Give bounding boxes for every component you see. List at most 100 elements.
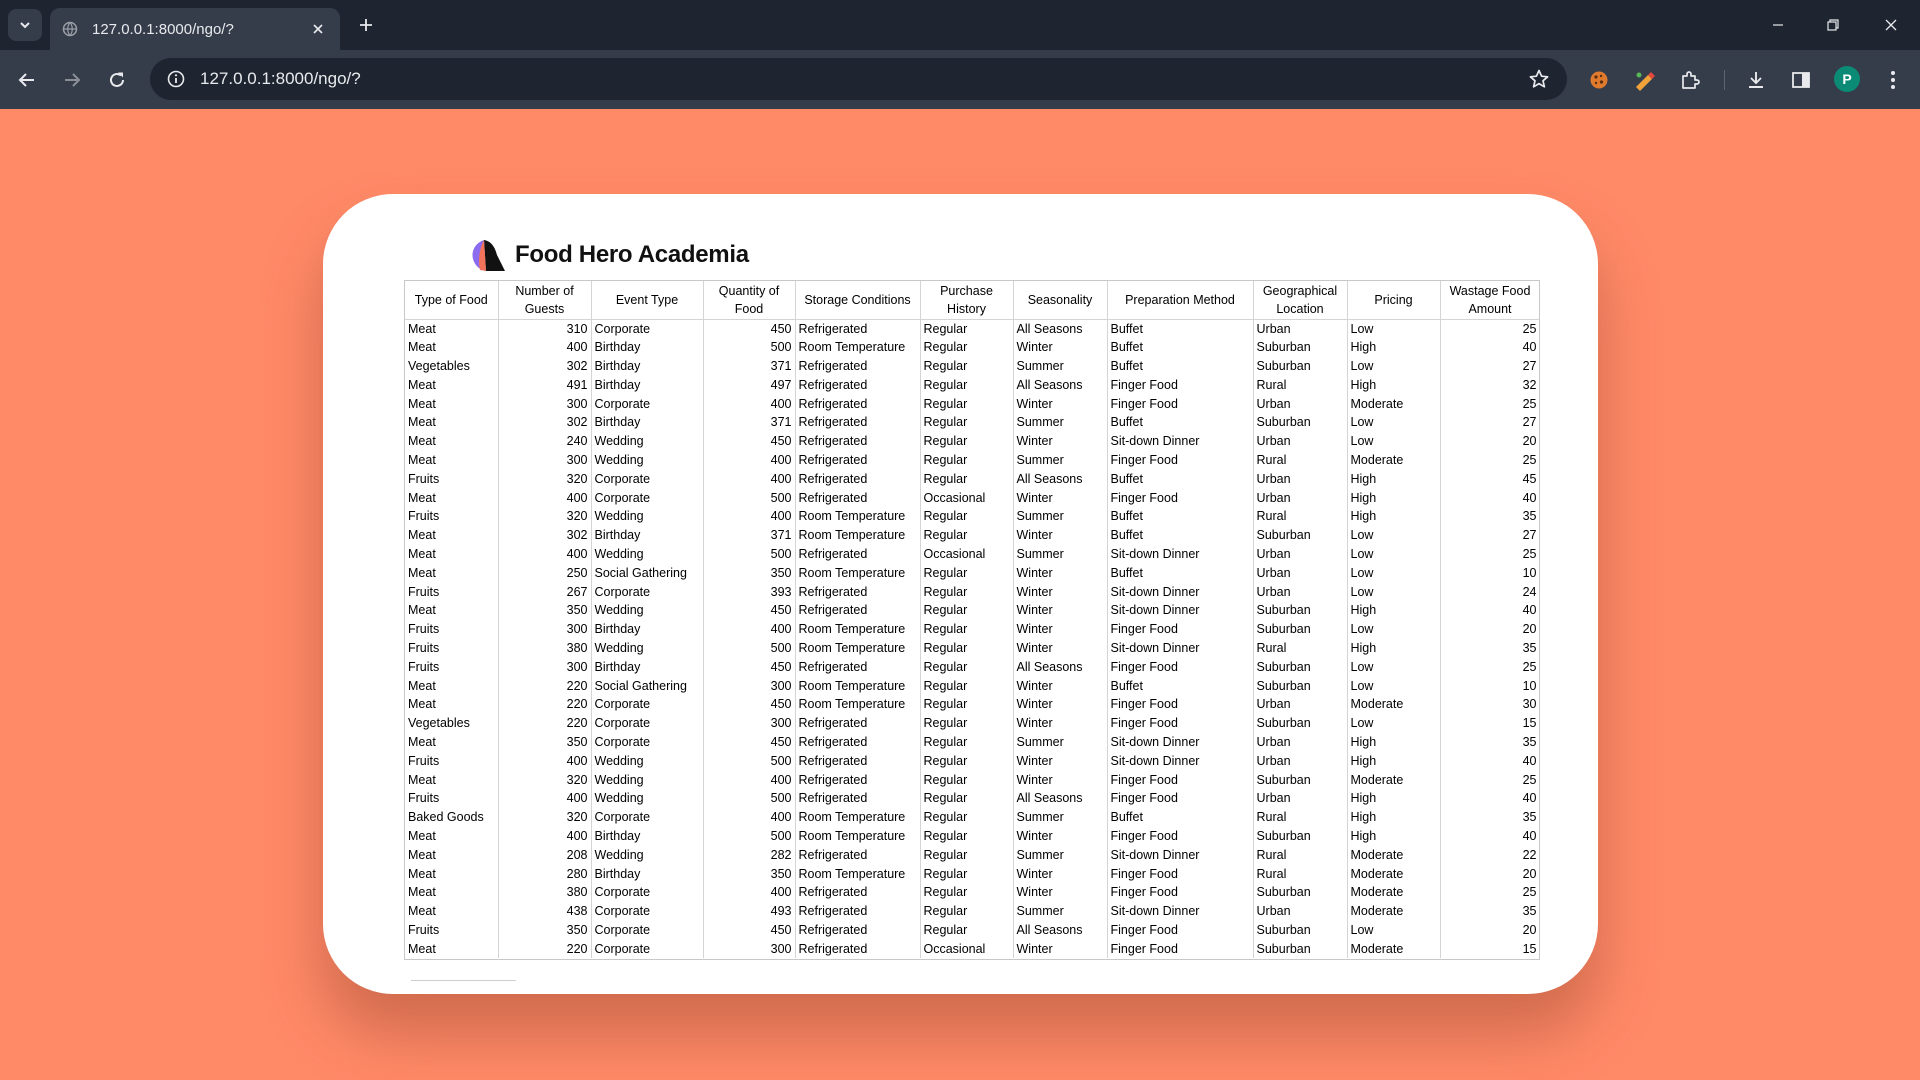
table-cell: Meat [405,563,499,583]
url-text[interactable]: 127.0.0.1:8000/ngo/? [200,69,1519,89]
site-info-icon[interactable] [154,58,198,100]
table-cell: Regular [920,845,1014,865]
table-cell: 208 [498,845,592,865]
menu-kebab-icon[interactable] [1877,64,1909,96]
back-button[interactable] [11,64,43,96]
table-cell: Winter [1013,525,1108,545]
side-panel-icon[interactable] [1785,64,1817,96]
table-cell: Meat [405,732,499,752]
restore-button[interactable] [1820,12,1846,38]
table-cell: Meat [405,901,499,921]
table-row: Meat 350 Corporate 450 Refrigerated Regular Su… [405,732,1539,752]
table-cell: Suburban [1253,920,1348,940]
table-row: Meat 220 Corporate 450 Room Temperature Regul… [405,694,1539,714]
table-cell: Corporate [591,469,704,489]
table-cell: Winter [1013,939,1108,959]
table-cell: 300 [498,394,592,413]
forward-button[interactable] [56,64,88,96]
table-cell: Low [1347,412,1441,432]
table-cell: Summer [1013,412,1108,432]
table-cell: Rural [1253,450,1348,470]
table-cell: Fruits [405,582,499,601]
table-cell: 320 [498,770,592,789]
table-cell: Winter [1013,770,1108,789]
table-cell: 35 [1440,732,1539,752]
column-header: Event Type [591,281,704,320]
table-cell: 400 [703,770,796,789]
table-cell: Moderate [1347,864,1441,883]
table-cell: Summer [1013,732,1108,752]
table-cell: Regular [920,412,1014,432]
table-cell: Low [1347,676,1441,695]
table-cell: Wedding [591,788,704,808]
table-cell: High [1347,751,1441,771]
table-cell: 282 [703,845,796,865]
new-tab-button[interactable] [352,11,380,39]
table-cell: Social Gathering [591,676,704,695]
table-cell: Suburban [1253,676,1348,695]
table-cell: Winter [1013,431,1108,451]
table-cell: Buffet [1107,356,1254,376]
table-cell: Sit-down Dinner [1107,544,1254,564]
table-cell: Meat [405,394,499,413]
table-cell: High [1347,375,1441,395]
restore-icon [1827,19,1839,31]
table-cell: Urban [1253,469,1348,489]
tab-search-button[interactable] [8,9,42,41]
table-cell: Regular [920,375,1014,395]
table-cell: Summer [1013,807,1108,827]
table-cell: Regular [920,506,1014,526]
extensions-puzzle-icon[interactable] [1674,64,1706,96]
table-cell: 400 [498,788,592,808]
table-cell: 220 [498,694,592,714]
table-cell: Winter [1013,563,1108,583]
table-cell: Low [1347,319,1441,338]
table-cell: Fruits [405,619,499,639]
table-cell: Summer [1013,506,1108,526]
table-cell: Regular [920,694,1014,714]
reload-icon [110,72,124,87]
table-cell: High [1347,807,1441,827]
table-cell: High [1347,488,1441,507]
table-cell: 371 [703,525,796,545]
close-window-button[interactable] [1878,12,1904,38]
table-cell: Rural [1253,375,1348,395]
table-cell: Refrigerated [795,319,921,338]
table-cell: Birthday [591,619,704,639]
table-cell: 450 [703,657,796,677]
address-bar[interactable]: 127.0.0.1:8000/ngo/? [150,58,1567,100]
table-cell: All Seasons [1013,375,1108,395]
close-tab-icon[interactable] [308,19,328,39]
table-cell: 32 [1440,375,1539,395]
palette-extension-icon[interactable] [1629,64,1661,96]
download-icon[interactable] [1740,64,1772,96]
minimize-button[interactable] [1765,12,1791,38]
table-row: Meat 240 Wedding 450 Refrigerated Regular Wint… [405,431,1539,451]
reload-button[interactable] [101,64,133,96]
table-cell: 27 [1440,525,1539,545]
plus-icon [360,19,372,31]
table-cell: 40 [1440,600,1539,620]
table-cell: Refrigerated [795,920,921,940]
table-cell: Wedding [591,450,704,470]
table-cell: Buffet [1107,807,1254,827]
profile-avatar[interactable]: P [1834,66,1860,92]
cookie-extension-icon[interactable] [1583,64,1615,96]
table-cell: All Seasons [1013,469,1108,489]
table-cell: 220 [498,676,592,695]
table-cell: Meat [405,375,499,395]
column-header: Pricing [1347,281,1441,320]
browser-tab[interactable]: 127.0.0.1:8000/ngo/? [50,8,340,50]
table-cell: Regular [920,732,1014,752]
table-cell: Summer [1013,901,1108,921]
table-row: Meat 300 Corporate 400 Refrigerated Regular Wi… [405,394,1539,413]
table-cell: 35 [1440,638,1539,658]
column-header: Purchase History [920,281,1014,320]
table-cell: 500 [703,788,796,808]
table-cell: 393 [703,582,796,601]
table-cell: 300 [703,676,796,695]
table-cell: 380 [498,638,592,658]
table-row: Meat 380 Corporate 400 Refrigerated Regular Wi… [405,882,1539,902]
bookmark-star-icon[interactable] [1519,59,1559,99]
table-cell: 267 [498,582,592,601]
